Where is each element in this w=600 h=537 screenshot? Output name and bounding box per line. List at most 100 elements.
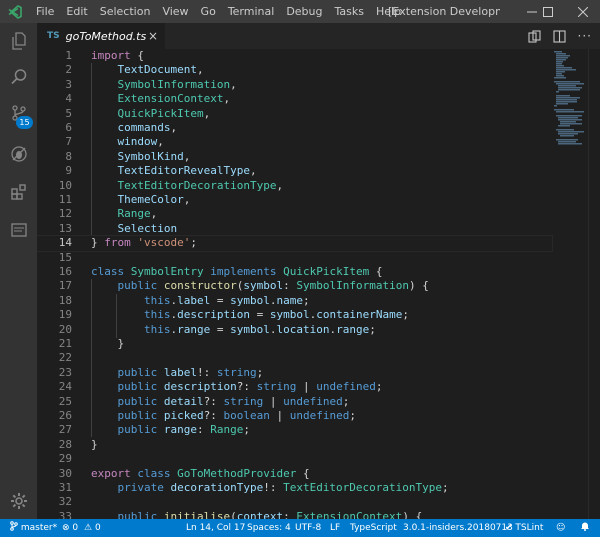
- typescript-file-icon: TS: [47, 31, 60, 41]
- language-mode[interactable]: TypeScript: [350, 519, 397, 537]
- gear-icon: [10, 493, 27, 509]
- line-number: 3: [65, 77, 72, 91]
- debug-icon: [10, 146, 27, 162]
- typescript-version[interactable]: 3.0.1-insiders.20180713: [403, 519, 513, 537]
- code-line[interactable]: 29: [37, 452, 552, 466]
- panel-button[interactable]: [0, 212, 37, 248]
- code-line[interactable]: 16 class SymbolEntry implements QuickPick…: [37, 265, 552, 279]
- settings-button[interactable]: [0, 483, 37, 519]
- tslint-status[interactable]: ✔ TSLint: [505, 519, 543, 537]
- code-line[interactable]: 7 window,: [37, 135, 552, 149]
- code-line[interactable]: 1 import {: [37, 49, 552, 63]
- encoding[interactable]: UTF-8: [295, 519, 321, 537]
- code-line[interactable]: 4 ExtensionContext,: [37, 92, 552, 106]
- line-text: Range,: [117, 207, 158, 221]
- code-line[interactable]: 31 private decorationType!: TextEditorDe…: [37, 481, 552, 495]
- code-line[interactable]: 8 SymbolKind,: [37, 150, 552, 164]
- line-text: window,: [117, 135, 164, 149]
- code-line[interactable]: 32: [37, 495, 552, 509]
- line-text: import {: [91, 49, 144, 62]
- code-line[interactable]: 21 }: [37, 337, 552, 351]
- code-line[interactable]: 22: [37, 351, 552, 365]
- line-text: this.label = symbol.name;: [143, 293, 310, 307]
- menu-view[interactable]: View: [156, 0, 194, 23]
- code-line[interactable]: 11 ThemeColor,: [37, 193, 552, 207]
- code-line[interactable]: 25 public detail?: string | undefined;: [37, 395, 552, 409]
- code-line[interactable]: 30 export class GoToMethodProvider {: [37, 467, 552, 481]
- line-text: this.range = symbol.location.range;: [143, 322, 376, 336]
- code-line[interactable]: 14} from 'vscode';: [37, 235, 553, 252]
- code-line[interactable]: 33 public initialise(context: ExtensionC…: [37, 510, 552, 519]
- split-editor-icon[interactable]: [552, 29, 566, 43]
- indentation[interactable]: Spaces: 4: [247, 519, 291, 537]
- search-button[interactable]: [0, 59, 37, 95]
- problems-status[interactable]: ⊗ 0 ⚠ 0: [62, 519, 101, 537]
- line-number: 9: [65, 164, 72, 178]
- code-line[interactable]: 20 this.range = symbol.location.range;: [37, 323, 552, 337]
- cursor-position[interactable]: Ln 14, Col 17: [186, 519, 245, 537]
- extensions-icon: [10, 184, 26, 200]
- minimap-preview: [554, 51, 584, 145]
- tslint-label: TSLint: [515, 523, 544, 533]
- menu-go[interactable]: Go: [195, 0, 222, 23]
- code-line[interactable]: 27 public range: Range;: [37, 423, 552, 437]
- code-line[interactable]: 5 QuickPickItem,: [37, 107, 552, 121]
- more-actions-icon[interactable]: ···: [578, 29, 592, 43]
- line-number: 15: [58, 250, 72, 264]
- line-number: 6: [65, 121, 72, 134]
- code-line[interactable]: 24 public description?: string | undefin…: [37, 380, 552, 394]
- maximize-button[interactable]: [531, 0, 565, 23]
- code-line[interactable]: 26 public picked?: boolean | undefined;: [37, 409, 552, 423]
- code-line[interactable]: 18 this.label = symbol.name;: [37, 294, 552, 308]
- code-line[interactable]: 13 Selection: [37, 222, 552, 236]
- line-text: private decorationType!: TextEditorDecor…: [117, 481, 449, 494]
- vscode-logo-icon: [0, 0, 30, 23]
- line-number: 28: [58, 437, 72, 451]
- tab-gotomethod[interactable]: TS goToMethod.ts ×: [37, 23, 165, 49]
- menu-debug[interactable]: Debug: [280, 0, 328, 23]
- line-text: }: [117, 337, 125, 350]
- minimap[interactable]: [552, 49, 588, 519]
- line-number: 30: [58, 466, 72, 480]
- line-number: 22: [58, 351, 72, 365]
- explorer-button[interactable]: [0, 23, 37, 59]
- title-bar: File Edit Selection View Go Terminal Deb…: [0, 0, 600, 23]
- line-text: SymbolKind,: [117, 149, 191, 163]
- vertical-scrollbar[interactable]: [588, 49, 600, 519]
- menu-terminal[interactable]: Terminal: [222, 0, 281, 23]
- line-number: 20: [58, 322, 72, 336]
- line-number: 21: [58, 337, 72, 350]
- explorer-icon: [11, 32, 26, 50]
- code-line[interactable]: 6 commands,: [37, 121, 552, 135]
- code-line[interactable]: 17 public constructor(symbol: SymbolInfo…: [37, 279, 552, 293]
- window-title: [Extension Development ...: [388, 5, 500, 18]
- line-text: public initialise(context: ExtensionCont…: [117, 509, 423, 519]
- branch-status[interactable]: master*: [10, 519, 57, 537]
- code-editor[interactable]: 1 import {2 TextDocument, 3 SymbolInformat…: [37, 49, 600, 519]
- debug-button[interactable]: [0, 136, 37, 172]
- extensions-button[interactable]: [0, 174, 37, 210]
- menu-tasks[interactable]: Tasks: [329, 0, 370, 23]
- code-line[interactable]: 12 Range,: [37, 207, 552, 221]
- tab-close-button[interactable]: ×: [148, 23, 158, 49]
- feedback-smiley-icon[interactable]: ☺: [556, 519, 565, 537]
- menu-file[interactable]: File: [30, 0, 60, 23]
- open-changes-icon[interactable]: [527, 29, 541, 43]
- code-line[interactable]: 15: [37, 251, 552, 265]
- menu-selection[interactable]: Selection: [94, 0, 157, 23]
- code-line[interactable]: 23 public label!: string;: [37, 366, 552, 380]
- code-line[interactable]: 10 TextEditorDecorationType,: [37, 179, 552, 193]
- line-text: public constructor(symbol: SymbolInforma…: [117, 279, 429, 293]
- code-line[interactable]: 9 TextEditorRevealType,: [37, 164, 552, 178]
- code-line[interactable]: 28}: [37, 438, 552, 452]
- end-of-line[interactable]: LF: [330, 519, 340, 537]
- code-line[interactable]: 2 TextDocument,: [37, 63, 552, 77]
- line-number: 14: [58, 236, 72, 250]
- code-line[interactable]: 3 SymbolInformation,: [37, 78, 552, 92]
- menu-edit[interactable]: Edit: [60, 0, 93, 23]
- notifications-bell-icon[interactable]: [580, 519, 590, 537]
- code-line[interactable]: 19 this.description = symbol.containerNa…: [37, 308, 552, 322]
- line-number: 33: [58, 509, 72, 519]
- editor-actions: ···: [527, 23, 592, 49]
- close-window-button[interactable]: [566, 0, 600, 23]
